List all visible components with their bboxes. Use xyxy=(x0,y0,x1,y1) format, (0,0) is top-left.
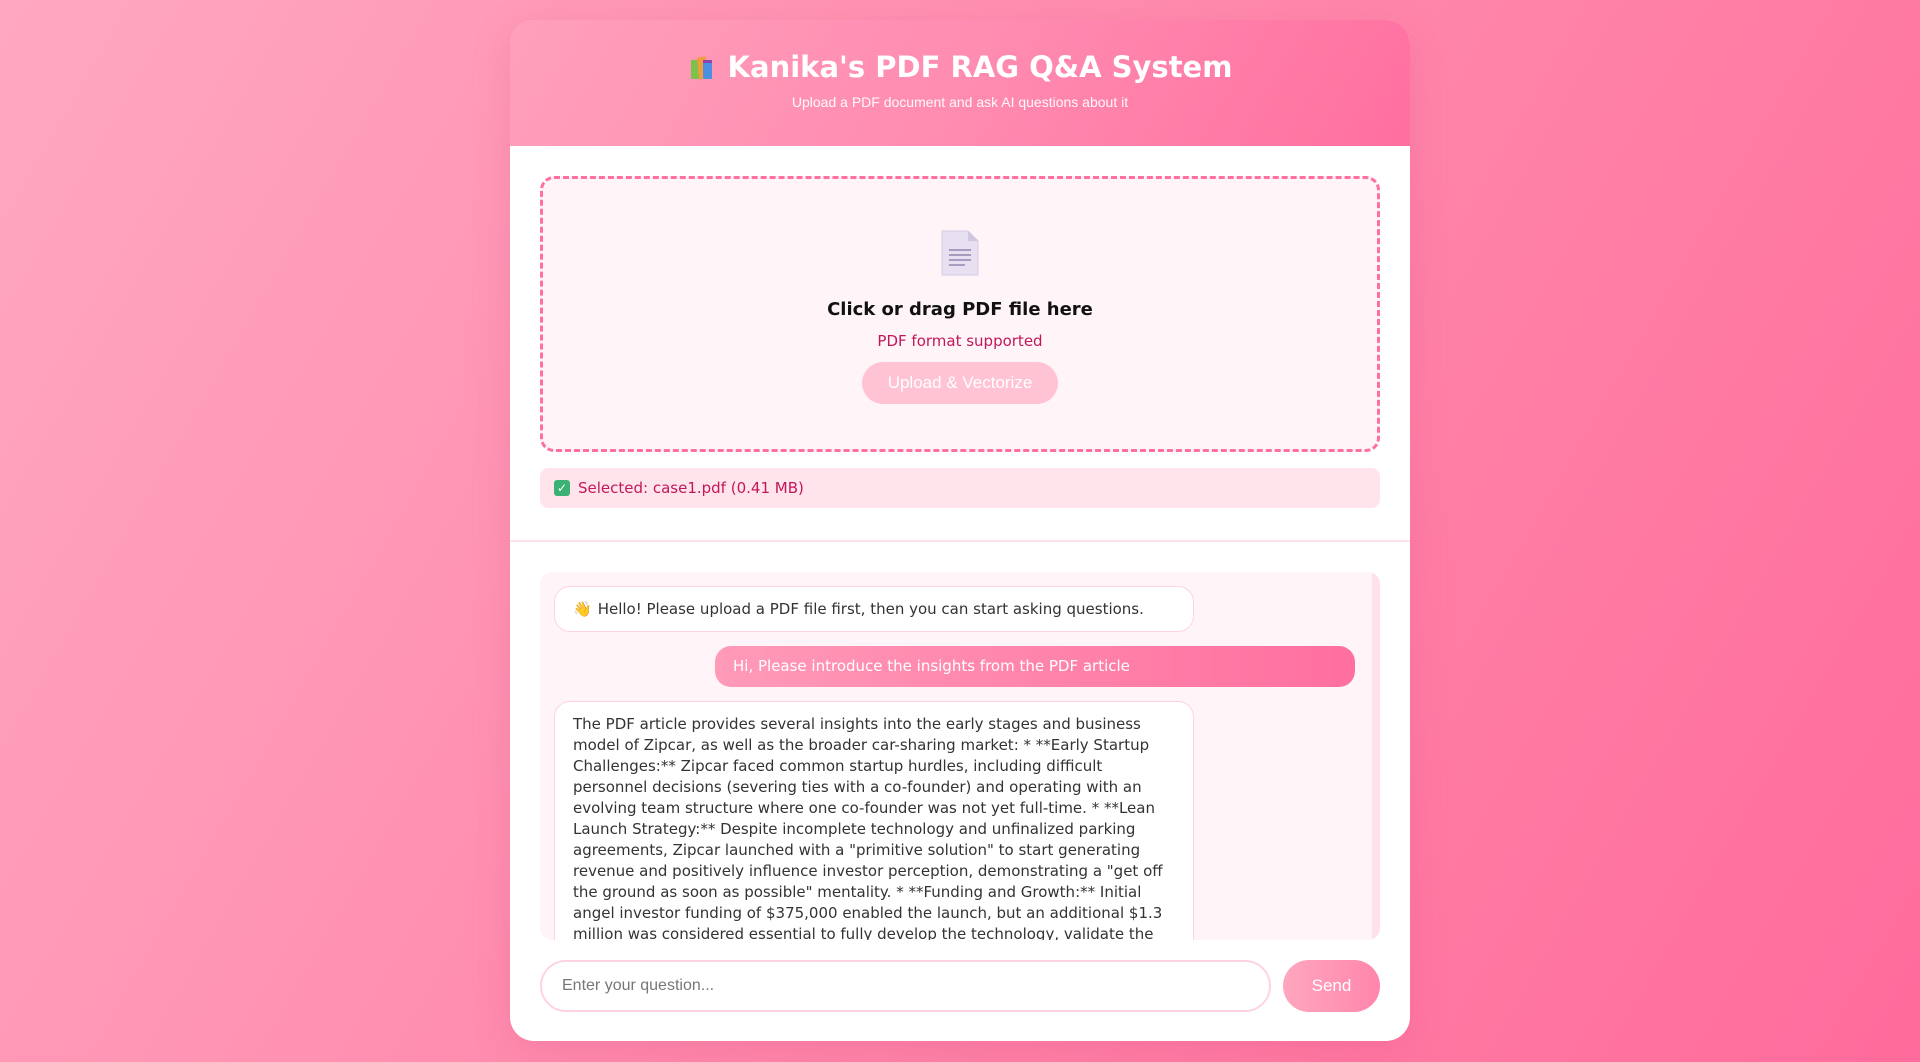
question-input[interactable] xyxy=(540,960,1271,1012)
message-text: Hi, Please introduce the insights from t… xyxy=(733,657,1130,675)
message-text: Hello! Please upload a PDF file first, t… xyxy=(597,600,1144,618)
send-button[interactable]: Send xyxy=(1283,960,1380,1012)
app-card: Kanika's PDF RAG Q&A System Upload a PDF… xyxy=(510,20,1410,1041)
upload-section: Click or drag PDF file here PDF format s… xyxy=(510,146,1410,542)
bot-message: 👋 Hello! Please upload a PDF file first, … xyxy=(554,586,1194,632)
message-text: The PDF article provides several insight… xyxy=(573,715,1163,940)
dropzone-title: Click or drag PDF file here xyxy=(827,299,1093,320)
app-header: Kanika's PDF RAG Q&A System Upload a PDF… xyxy=(510,20,1410,146)
pdf-dropzone[interactable]: Click or drag PDF file here PDF format s… xyxy=(540,176,1380,452)
wave-icon: 👋 xyxy=(573,600,592,618)
question-input-row: Send xyxy=(510,940,1410,1012)
bot-message: The PDF article provides several insight… xyxy=(554,701,1194,940)
chat-section: 👋 Hello! Please upload a PDF file first, … xyxy=(510,542,1410,940)
chat-scrollbar[interactable] xyxy=(1372,572,1380,940)
dropzone-hint: PDF format supported xyxy=(877,332,1043,350)
check-icon: ✓ xyxy=(554,480,570,496)
page-title: Kanika's PDF RAG Q&A System xyxy=(727,50,1233,84)
file-icon xyxy=(940,229,980,277)
books-icon xyxy=(688,52,718,82)
page-subtitle: Upload a PDF document and ask AI questio… xyxy=(791,94,1129,110)
user-message: Hi, Please introduce the insights from t… xyxy=(715,646,1355,687)
chat-window[interactable]: 👋 Hello! Please upload a PDF file first, … xyxy=(540,572,1380,940)
selected-file-status: ✓ Selected: case1.pdf (0.41 MB) xyxy=(540,468,1380,508)
upload-vectorize-button[interactable]: Upload & Vectorize xyxy=(862,362,1058,404)
title-row: Kanika's PDF RAG Q&A System xyxy=(510,50,1410,84)
selected-file-label: Selected: case1.pdf (0.41 MB) xyxy=(578,479,804,497)
